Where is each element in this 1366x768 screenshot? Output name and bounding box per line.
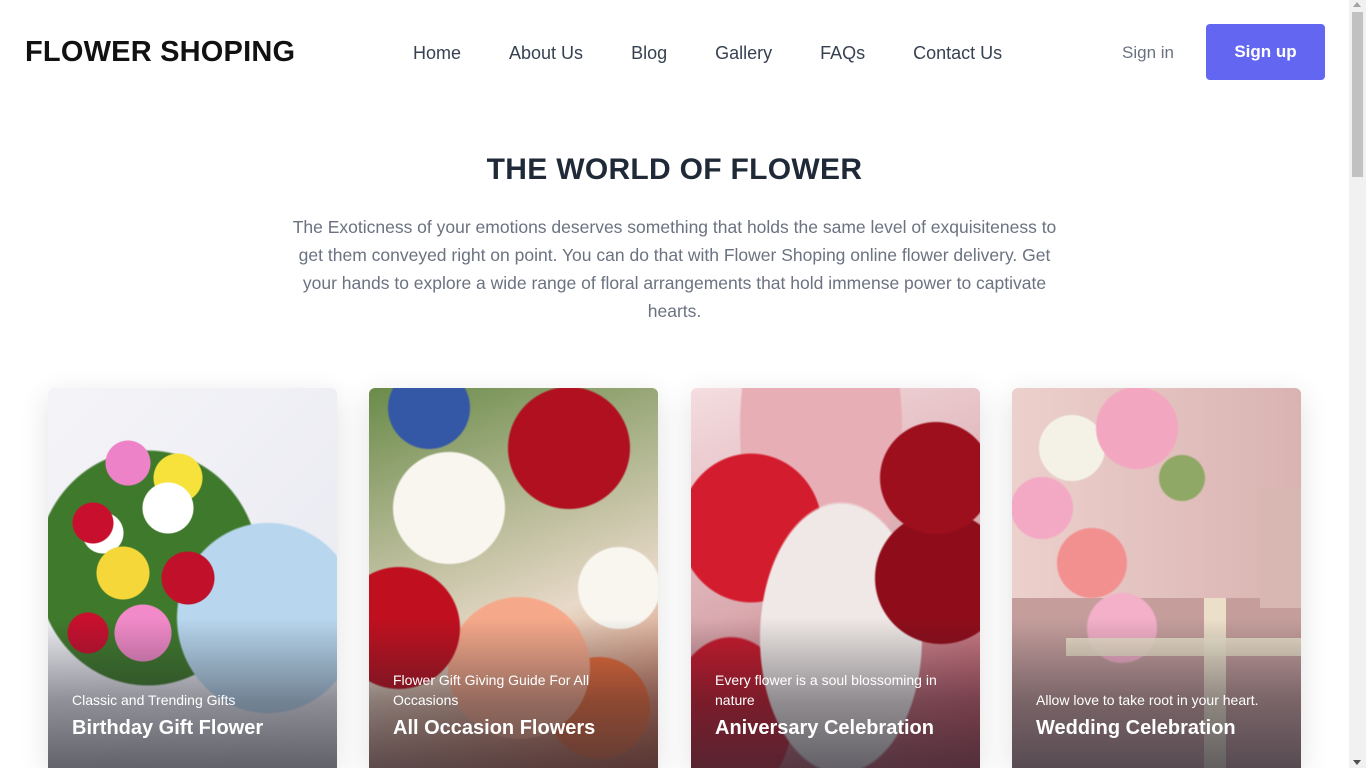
hero-description: The Exoticness of your emotions deserves… [292,217,1057,321]
page-scrollbar[interactable] [1349,0,1366,768]
card-subtitle: Every flower is a soul blossoming in nat… [715,672,937,708]
card-aniversary-celebration[interactable]: Every flower is a soul blossoming in nat… [691,388,980,768]
nav-contact-us[interactable]: Contact Us [913,41,1002,65]
card-subtitle: Allow love to take root in your heart. [1036,692,1259,708]
scrollbar-thumb[interactable] [1352,12,1363,177]
card-title[interactable]: Birthday Gift Flower [72,717,263,740]
nav-faqs[interactable]: FAQs [820,41,865,65]
nav-gallery[interactable]: Gallery [715,41,772,65]
sign-up-button[interactable]: Sign up [1206,24,1325,80]
card-birthday-gift-flower[interactable]: Classic and Trending Gifts Birthday Gift… [48,388,337,768]
nav-home[interactable]: Home [413,41,461,65]
nav-blog[interactable]: Blog [631,41,667,65]
card-title[interactable]: Wedding Celebration [1036,717,1236,740]
nav-about-us[interactable]: About Us [509,41,583,65]
brand-logo[interactable]: FLOWER SHOPING [25,36,295,69]
main-nav: Home About Us Blog Gallery FAQs Contact … [413,41,1002,65]
scroll-down-arrow-icon[interactable] [1353,760,1361,765]
scroll-up-arrow-icon[interactable] [1353,2,1361,7]
card-wedding-celebration[interactable]: Allow love to take root in your heart. W… [1012,388,1301,768]
gift-box-shape [1260,488,1301,608]
card-title[interactable]: Aniversary Celebration [715,717,934,740]
hero-title: THE WORLD OF FLOWER [486,153,863,186]
card-title[interactable]: All Occasion Flowers [393,717,595,740]
site-header: FLOWER SHOPING Home About Us Blog Galler… [0,0,1349,104]
card-subtitle: Flower Gift Giving Guide For All Occasio… [393,672,590,708]
card-subtitle: Classic and Trending Gifts [72,692,236,708]
card-all-occasion-flowers[interactable]: Flower Gift Giving Guide For All Occasio… [369,388,658,768]
sign-in-link[interactable]: Sign in [1122,41,1174,65]
